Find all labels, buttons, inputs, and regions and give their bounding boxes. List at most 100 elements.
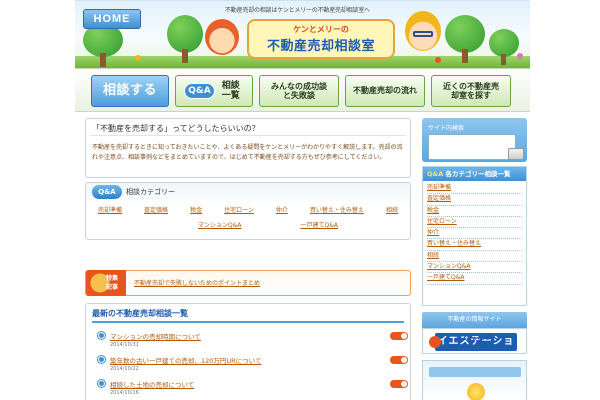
page: HOME 不動産売却の相談はケンとメリーの不動産売却相談室へ ケンとメリーの 不…	[75, 0, 530, 400]
sidebar-category-item: 住宅ローン	[427, 217, 522, 229]
tree-decoration	[83, 23, 123, 68]
consultation-date: 2014/10/16	[110, 390, 139, 396]
global-nav: 相談する Q&A 相談一覧 みんなの成功談と失敗談 不動産売却の流れ 近くの不動…	[75, 68, 530, 112]
sidebar-category-item: 売却準備	[427, 183, 522, 195]
consultation-link[interactable]: 相続した土地の売却について	[110, 379, 194, 389]
sidebar-category-title: Q&A 各カテゴリー相談一覧	[423, 167, 526, 181]
sidebar-category-link[interactable]: 仲介	[427, 229, 439, 236]
more-arrow-icon[interactable]	[390, 332, 408, 340]
consultation-link[interactable]: 築年数の古い一戸建ての売却、120万円URについて	[110, 355, 262, 365]
consultation-date: 2014/10/22	[110, 366, 139, 372]
nav-qa-list-button[interactable]: Q&A 相談一覧	[175, 75, 253, 107]
sidebar-category-item: 査定価格	[427, 194, 522, 206]
girl-mascot	[205, 19, 239, 55]
latest-consultations-panel: 最新の不動産売却相談一覧 マンションの売却時期について 2014/10/31 築…	[85, 303, 411, 400]
sidebar-category-item: 税金	[427, 206, 522, 217]
sidebar-category-link[interactable]: 一戸建てQ&A	[427, 274, 465, 281]
banner-bar-decoration	[429, 367, 521, 377]
flower-decoration	[435, 57, 441, 63]
category-panel: Q&A 相談カテゴリー 売却準備 査定価格 税金 住宅ローン 仲介 買い替え・住…	[85, 182, 411, 240]
site-logo[interactable]: ケンとメリーの 不動産売却相談室	[247, 19, 395, 59]
category-list: 売却準備 査定価格 税金 住宅ローン 仲介 買い替え・住み替え 相続 マンション…	[98, 205, 398, 229]
bullet-icon	[98, 332, 105, 339]
flower-decoration	[135, 55, 141, 61]
nav-consult-button[interactable]: 相談する	[91, 75, 169, 107]
sidebar-category-link[interactable]: 住宅ローン	[427, 218, 457, 225]
logo-main-text: 不動産売却相談室	[266, 39, 375, 54]
qa-badge-icon: Q&A	[184, 82, 215, 100]
nav-qa-list-label: 相談一覧	[221, 80, 240, 101]
sidebar-category-link[interactable]: 買い替え・住み替え	[427, 240, 481, 247]
category-link[interactable]: 税金	[190, 205, 202, 214]
logo-top-text: ケンとメリーの	[293, 25, 349, 34]
nav-flow-label: 不動産売却の流れ	[353, 86, 417, 96]
site-search-title: サイト内検索	[428, 125, 465, 132]
more-arrow-icon[interactable]	[390, 380, 408, 388]
search-input[interactable]	[428, 134, 516, 160]
list-item: 築年数の古い一戸建ての売却、120万円URについて 2014/10/22	[98, 355, 408, 374]
more-arrow-icon[interactable]	[390, 356, 408, 364]
site-tagline: 不動産売却の相談はケンとメリーの不動産売却相談室へ	[225, 7, 370, 14]
category-title: 相談カテゴリー	[126, 188, 175, 196]
nav-find-office-button[interactable]: 近くの不動産売却室を探す	[431, 75, 511, 107]
home-button[interactable]: HOME	[83, 9, 141, 29]
nav-stories-button[interactable]: みんなの成功談と失敗談	[259, 75, 339, 107]
category-link[interactable]: 一戸建てQ&A	[300, 220, 338, 229]
sidebar-category-list: 売却準備 査定価格 税金 住宅ローン 仲介 買い替え・住み替え 相続 マンション…	[423, 181, 526, 287]
category-header: Q&A 相談カテゴリー	[92, 185, 175, 199]
feature-badge: 特集 記事	[86, 270, 126, 296]
intro-body: 不動産を売却するときに知っておきたいことや、よくある疑問をケンとメリーがわかりや…	[92, 144, 403, 161]
tree-decoration	[167, 15, 203, 65]
search-button[interactable]	[508, 148, 524, 160]
intro-panel: 「不動産を売却する」ってどうしたらいいの？ 不動産を売却するときに知っておきたい…	[85, 118, 411, 178]
sidebar-category-panel: Q&A 各カテゴリー相談一覧 売却準備 査定価格 税金 住宅ローン 仲介 買い替…	[422, 166, 527, 306]
category-link[interactable]: マンションQ&A	[198, 220, 242, 229]
sidebar-category-item: 仲介	[427, 228, 522, 240]
sidebar-category-link[interactable]: 相続	[427, 252, 439, 259]
category-link[interactable]: 相続	[386, 205, 398, 214]
bullet-icon	[98, 356, 105, 363]
nav-flow-button[interactable]: 不動産売却の流れ	[345, 75, 425, 107]
category-link[interactable]: 住宅ローン	[224, 205, 254, 214]
latest-title: 最新の不動産売却相談一覧	[92, 308, 404, 323]
category-link[interactable]: 査定価格	[144, 205, 168, 214]
nav-consult-label: 相談する	[102, 82, 157, 98]
sidebar-category-link[interactable]: マンションQ&A	[427, 263, 471, 270]
list-item: 相続した土地の売却について 2014/10/16	[98, 379, 408, 398]
iestation-banner[interactable]: IESTATION イエステーション	[422, 328, 527, 365]
sidebar-category-title-text: 各カテゴリー相談一覧	[445, 170, 511, 178]
nav-stories-label: みんなの成功談と失敗談	[271, 81, 327, 100]
sidebar-banner-2[interactable]	[422, 360, 527, 400]
feature-banner: 特集 記事 不動産売却で失敗しないためのポイントまとめ	[85, 270, 411, 296]
sidebar-category-link[interactable]: 税金	[427, 207, 439, 214]
site-header: HOME 不動産売却の相談はケンとメリーの不動産売却相談室へ ケンとメリーの 不…	[75, 0, 530, 68]
sidebar-category-item: 一戸建てQ&A	[427, 273, 522, 285]
sidebar-category-item: 買い替え・住み替え	[427, 239, 522, 251]
feature-badge-line1: 特集	[106, 275, 119, 282]
sidebar-category-link[interactable]: 売却準備	[427, 184, 451, 191]
bullet-icon	[98, 380, 105, 387]
boy-mascot	[405, 11, 441, 51]
feature-article-link[interactable]: 不動産売却で失敗しないためのポイントまとめ	[134, 278, 404, 287]
qa-logo-icon: Q&A	[92, 185, 122, 199]
sidebar-category-item: マンションQ&A	[427, 262, 522, 274]
tree-decoration	[489, 29, 519, 67]
iestation-sub-text: IESTATION	[455, 336, 497, 341]
site-search-panel: サイト内検索	[422, 118, 527, 162]
tree-decoration	[445, 15, 485, 65]
category-link[interactable]: 買い替え・住み替え	[310, 205, 364, 214]
intro-title: 「不動産を売却する」ってどうしたらいいの？	[90, 122, 406, 136]
list-item: マンションの売却時期について 2014/10/31	[98, 331, 408, 350]
sidebar-category-link[interactable]: 査定価格	[427, 195, 451, 202]
feature-badge-line2: 記事	[106, 284, 119, 291]
category-link[interactable]: 売却準備	[98, 205, 122, 214]
category-link[interactable]: 仲介	[276, 205, 288, 214]
sidebar-banner-heading: 不動産の情報サイト	[422, 312, 527, 328]
consultation-date: 2014/10/31	[110, 342, 139, 348]
flower-decoration	[517, 53, 523, 59]
nav-find-office-label: 近くの不動産売却室を探す	[443, 81, 499, 100]
sun-icon	[467, 383, 485, 400]
consultation-link[interactable]: マンションの売却時期について	[110, 331, 201, 341]
sidebar-category-item: 相続	[427, 251, 522, 263]
sidebar-qa-badge: Q&A	[427, 170, 444, 178]
